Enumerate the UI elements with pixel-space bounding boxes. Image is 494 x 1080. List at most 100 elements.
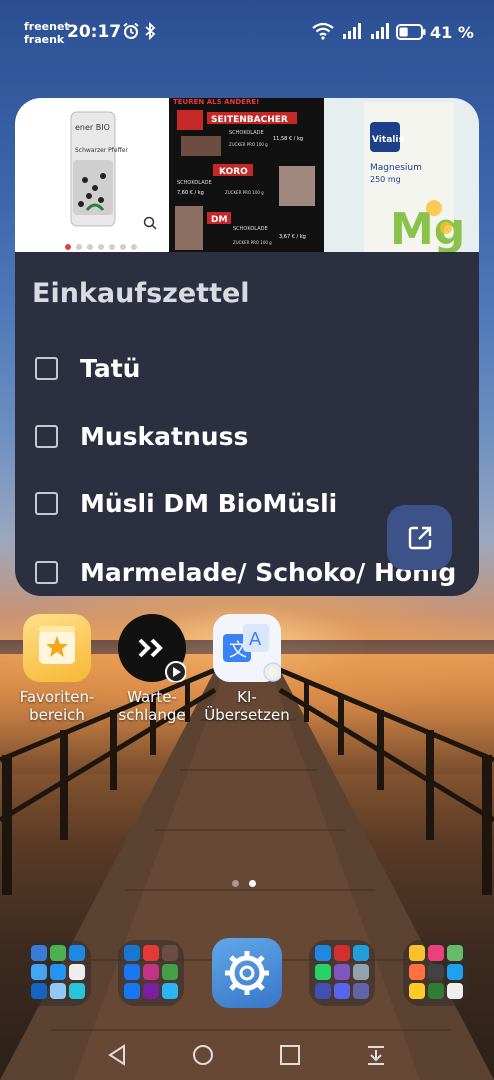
- alarm-icon: [123, 22, 139, 39]
- signal-icon: [343, 23, 361, 39]
- folder-app-icon: [31, 945, 47, 961]
- settings-gear-icon[interactable]: [212, 938, 282, 1008]
- carousel-slide-price-comparison[interactable]: TEUREN ALS ANDERE! SEITENBACHER SCHOKOLA…: [169, 98, 324, 252]
- carousel-dot[interactable]: [65, 244, 71, 250]
- folder-app-icon: [143, 945, 159, 961]
- carousel-slide-pepper[interactable]: ener BIO Schwarzer Pfeffer: [15, 98, 169, 252]
- folder-app-icon: [124, 983, 140, 999]
- carousel-slide-magnesium[interactable]: Vitalis Magnesium 250 mg Mg: [324, 98, 479, 252]
- folder-app-icon: [69, 964, 85, 980]
- carousel-dot[interactable]: [120, 244, 126, 250]
- dock-folder-3[interactable]: [309, 940, 375, 1006]
- widget-title: Einkaufszettel: [32, 278, 250, 309]
- dock-folder-4[interactable]: [403, 940, 469, 1006]
- list-item[interactable]: Tatü: [35, 350, 140, 386]
- magnesium-dose: 250 mg: [370, 175, 401, 184]
- magnesium-product: Magnesium: [370, 163, 422, 173]
- item-label: Muskatnuss: [80, 421, 249, 451]
- folder-app-icon: [124, 945, 140, 961]
- open-external-button[interactable]: [387, 505, 452, 570]
- status-bar: freenet fraenk 20:17 41 %: [0, 0, 494, 60]
- back-icon[interactable]: [106, 1044, 128, 1066]
- folder-app-icon: [315, 983, 331, 999]
- list-item[interactable]: Muskatnuss: [35, 418, 248, 454]
- carousel-dot[interactable]: [109, 244, 115, 250]
- price-2: 7,60 € / kg: [177, 190, 204, 196]
- image-carousel[interactable]: ener BIO Schwarzer Pfeffer TEUREN ALS AN…: [15, 98, 479, 252]
- pepper-package-image: ener BIO Schwarzer Pfeffer: [70, 111, 157, 230]
- folder-app-icon: [162, 945, 178, 961]
- folder-app-icon: [315, 964, 331, 980]
- tag-2: SCHOKOLADE: [177, 180, 212, 186]
- app-label: Warte-schlange: [118, 688, 186, 724]
- app-favoriten[interactable]: Favoriten-bereich: [7, 614, 107, 724]
- app-ki-uebersetzen[interactable]: 文 A KI- Übersetzen: [197, 614, 297, 724]
- carrier-name: freenet fraenk: [24, 20, 70, 46]
- battery-percentage: 41 %: [430, 23, 474, 42]
- home-icon[interactable]: [192, 1044, 214, 1066]
- page-dot: [232, 880, 239, 887]
- item-label: Tatü: [80, 353, 141, 383]
- battery-icon: [396, 24, 426, 40]
- carousel-indicator: [65, 244, 137, 250]
- carousel-dot[interactable]: [98, 244, 104, 250]
- item-checkbox[interactable]: [35, 560, 58, 584]
- tag-1: SCHOKOLADE: [229, 130, 264, 136]
- pepper-product: Schwarzer Pfeffer: [75, 147, 128, 154]
- translate-icon[interactable]: 文 A: [213, 614, 283, 682]
- folder-app-icon: [353, 945, 369, 961]
- carousel-dot[interactable]: [87, 244, 93, 250]
- navigation-bar: [0, 1030, 494, 1080]
- magnesium-package-image: Vitalis Magnesium 250 mg Mg: [364, 102, 465, 252]
- app-warteschlange[interactable]: Warte-schlange: [102, 614, 202, 724]
- list-item[interactable]: Müsli DM BioMüsli: [35, 485, 337, 521]
- folder-app-icon: [162, 964, 178, 980]
- open-external-icon: [408, 526, 431, 549]
- svg-text:A: A: [249, 629, 262, 650]
- notification-pull-icon[interactable]: [366, 1044, 386, 1066]
- brand-dm: DM: [211, 215, 227, 225]
- tag-3: SCHOKOLADE: [233, 226, 268, 232]
- folder-app-icon: [428, 945, 444, 961]
- folder-app-icon: [409, 945, 425, 961]
- price-1: 11,58 € / kg: [273, 136, 303, 142]
- folder-app-icon: [143, 964, 159, 980]
- folder-app-icon: [447, 983, 463, 999]
- folder-app-icon: [31, 964, 47, 980]
- magnesium-brand: Vitalis: [372, 135, 404, 145]
- comparison-header: TEUREN ALS ANDERE!: [173, 98, 259, 106]
- folder-app-icon: [50, 964, 66, 980]
- folder-app-icon: [334, 983, 350, 999]
- carousel-dot[interactable]: [131, 244, 137, 250]
- page-dot: [249, 880, 256, 887]
- app-label: KI- Übersetzen: [204, 688, 290, 724]
- clock: 20:17: [67, 22, 122, 42]
- star-folder-icon[interactable]: [23, 614, 91, 682]
- folder-app-icon: [409, 983, 425, 999]
- queue-icon[interactable]: [118, 614, 187, 683]
- folder-app-icon: [50, 983, 66, 999]
- price-3: 3,67 € / kg: [279, 234, 306, 240]
- dock-folder-1[interactable]: [25, 940, 91, 1006]
- sugar-2: ZUCKER PRO 100 g: [225, 190, 264, 195]
- pepper-brand: ener BIO: [75, 123, 110, 132]
- folder-app-icon: [124, 964, 140, 980]
- folder-app-icon: [31, 983, 47, 999]
- shopping-list-widget[interactable]: ener BIO Schwarzer Pfeffer TEUREN ALS AN…: [15, 98, 479, 596]
- folder-app-icon: [334, 964, 350, 980]
- item-label: Müsli DM BioMüsli: [80, 488, 338, 518]
- carousel-dot[interactable]: [76, 244, 82, 250]
- item-checkbox[interactable]: [35, 424, 58, 448]
- brand-seitenbacher: SEITENBACHER: [211, 115, 288, 125]
- item-checkbox[interactable]: [35, 491, 58, 515]
- bluetooth-icon: [145, 22, 156, 40]
- folder-app-icon: [353, 964, 369, 980]
- recents-icon[interactable]: [279, 1044, 301, 1066]
- wifi-icon: [312, 22, 334, 40]
- folder-app-icon: [143, 983, 159, 999]
- dock-folder-2[interactable]: [118, 940, 184, 1006]
- folder-app-icon: [353, 983, 369, 999]
- folder-app-icon: [447, 964, 463, 980]
- folder-app-icon: [428, 983, 444, 999]
- item-checkbox[interactable]: [35, 356, 58, 380]
